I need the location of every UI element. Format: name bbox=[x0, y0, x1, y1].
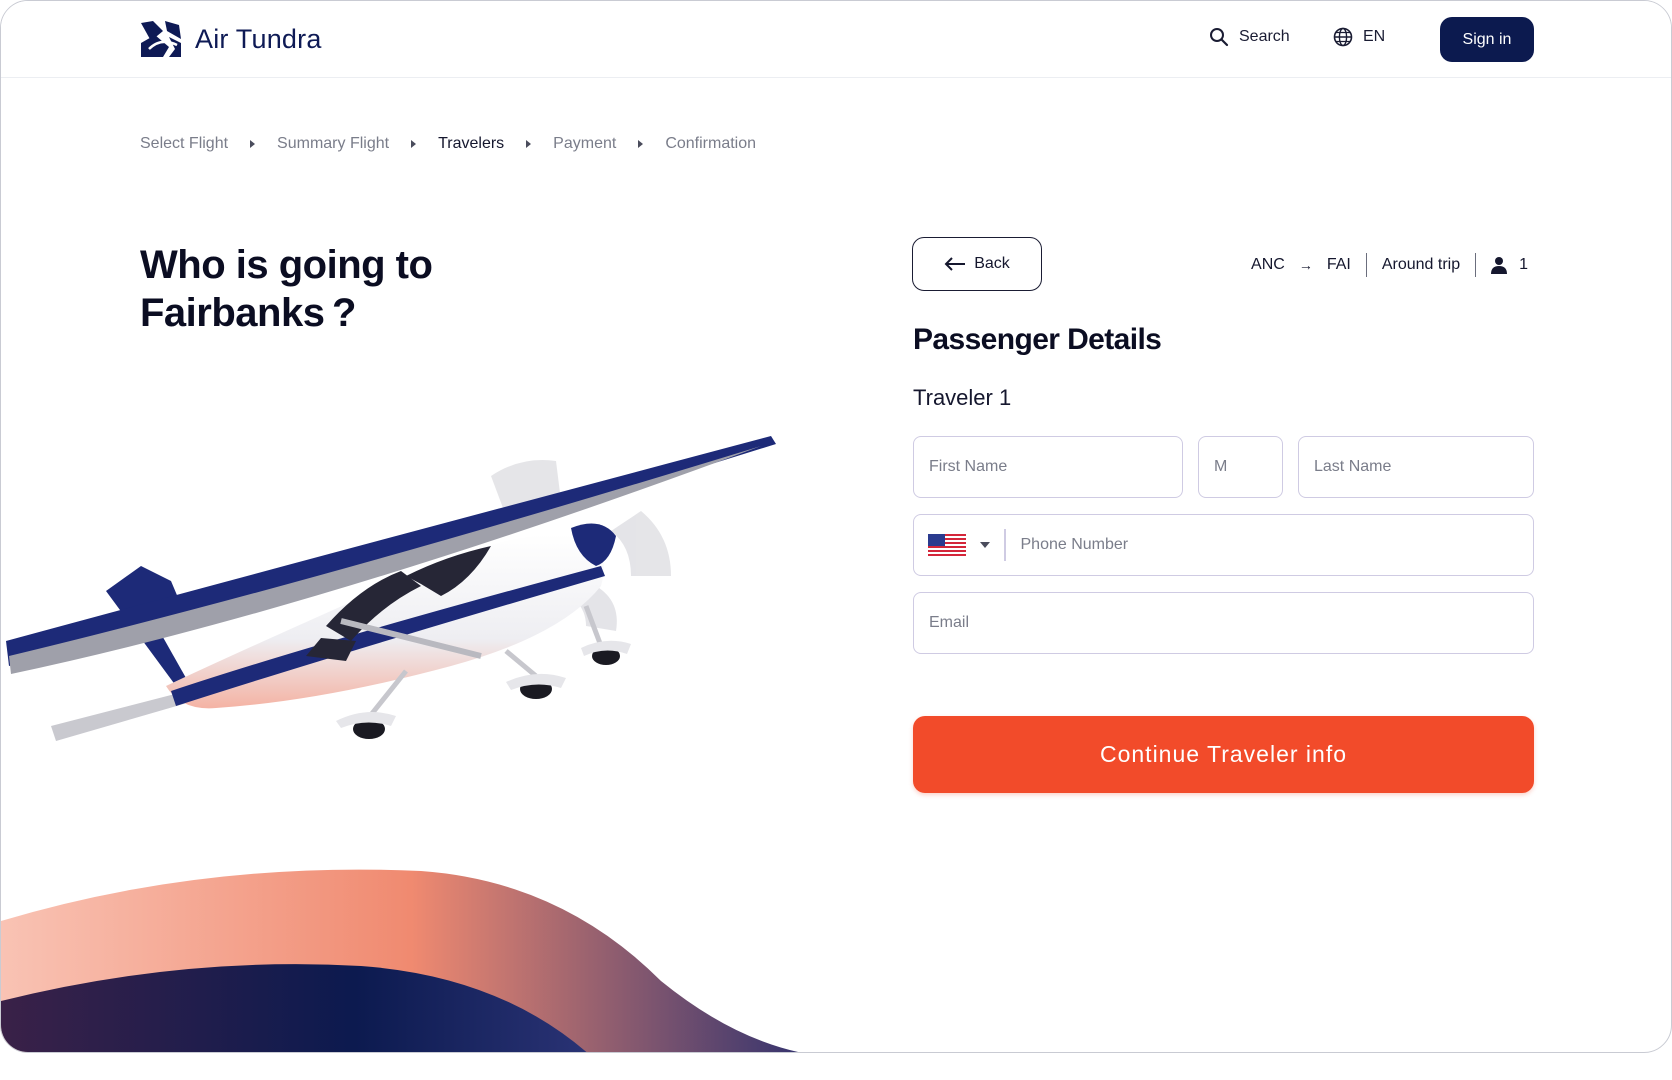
brand-name: Air Tundra bbox=[195, 23, 322, 54]
sign-in-button[interactable]: Sign in bbox=[1440, 17, 1534, 62]
language-label: EN bbox=[1363, 28, 1386, 45]
divider bbox=[1475, 253, 1477, 277]
passenger-count-value: 1 bbox=[1519, 256, 1528, 273]
breadcrumb-separator-icon bbox=[638, 140, 644, 148]
top-navbar: Air Tundra Search EN Sign in bbox=[1, 1, 1671, 78]
arrow-left-icon bbox=[944, 257, 966, 271]
last-name-field[interactable] bbox=[1298, 436, 1534, 498]
back-label: Back bbox=[974, 255, 1010, 272]
decorative-wave bbox=[1, 869, 799, 1052]
globe-icon bbox=[1333, 27, 1353, 47]
page-title-line-2: Fairbanks ? bbox=[140, 291, 356, 335]
breadcrumb: Select Flight Summary Flight Travelers P… bbox=[140, 135, 756, 153]
breadcrumb-item-confirmation[interactable]: Confirmation bbox=[665, 135, 756, 153]
email-field[interactable] bbox=[913, 592, 1534, 654]
back-button[interactable]: Back bbox=[912, 237, 1042, 291]
divider bbox=[1365, 253, 1367, 277]
origin-code: ANC bbox=[1251, 256, 1285, 273]
search-label: Search bbox=[1239, 28, 1290, 45]
us-flag-icon bbox=[928, 534, 966, 556]
page-title: Who is going to Fairbanks ? bbox=[140, 241, 660, 337]
breadcrumb-item-payment[interactable]: Payment bbox=[553, 135, 616, 153]
traveler-label: Traveler 1 bbox=[913, 385, 1012, 410]
search-link[interactable]: Search bbox=[1209, 27, 1290, 47]
breadcrumb-item-travelers[interactable]: Travelers bbox=[438, 135, 504, 153]
airplane-illustration bbox=[6, 436, 776, 741]
breadcrumb-item-summary-flight[interactable]: Summary Flight bbox=[277, 135, 389, 153]
country-code-select[interactable] bbox=[914, 515, 1004, 575]
user-icon bbox=[1491, 257, 1508, 274]
chevron-down-icon bbox=[980, 542, 990, 548]
trip-type: Around trip bbox=[1381, 256, 1461, 273]
middle-initial-field[interactable] bbox=[1198, 436, 1283, 498]
trip-summary: ANC → FAI Around trip 1 bbox=[1251, 253, 1528, 277]
passenger-count: 1 bbox=[1491, 256, 1528, 274]
continue-traveler-info-button[interactable]: Continue Traveler info bbox=[913, 716, 1534, 793]
language-selector[interactable]: EN bbox=[1333, 27, 1385, 47]
route-arrow-icon: → bbox=[1298, 257, 1313, 273]
search-icon bbox=[1210, 28, 1229, 47]
destination-code: FAI bbox=[1326, 256, 1351, 273]
breadcrumb-separator-icon bbox=[250, 140, 256, 148]
phone-field-group bbox=[913, 514, 1534, 576]
breadcrumb-separator-icon bbox=[526, 140, 532, 148]
breadcrumb-item-select-flight[interactable]: Select Flight bbox=[140, 135, 228, 153]
air-tundra-logo-icon bbox=[141, 21, 181, 57]
page-title-line-1: Who is going to bbox=[140, 243, 433, 287]
section-title: Passenger Details bbox=[913, 323, 1162, 356]
first-name-field[interactable] bbox=[913, 436, 1183, 498]
breadcrumb-separator-icon bbox=[411, 140, 417, 148]
phone-number-field[interactable] bbox=[1005, 515, 1533, 575]
brand-logo[interactable]: Air Tundra bbox=[139, 19, 322, 59]
app-window: Air Tundra Search EN Sign in Select Flig… bbox=[0, 0, 1672, 1053]
